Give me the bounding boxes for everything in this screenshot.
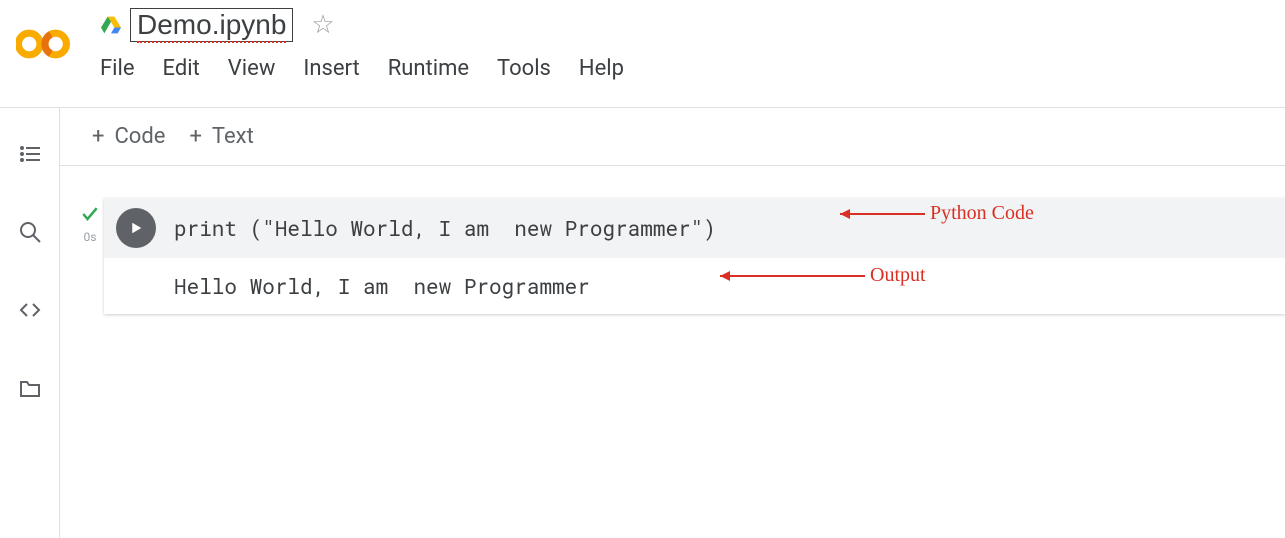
files-icon[interactable] [18,376,42,400]
cell-input-area[interactable]: print ("Hello World, I am new Programmer… [104,198,1285,258]
menu-help[interactable]: Help [579,56,624,81]
notebook-area: 0s print ("Hello World, I am new Program… [60,166,1285,314]
annotation-code: Python Code [830,202,1034,225]
left-rail [0,108,60,538]
cell-output: Hello World, I am new Programmer [104,258,1285,314]
add-code-button[interactable]: +Code [92,124,165,149]
menu-edit[interactable]: Edit [163,56,200,81]
exec-time: 0s [84,230,97,244]
cell-toolbar: +Code +Text [60,108,1285,166]
annotation-output: Output [710,264,926,287]
table-of-contents-icon[interactable] [18,142,42,166]
title-area: Demo.ipynb ☆ File Edit View Insert Runti… [100,8,624,81]
code-text[interactable]: print ("Hello World, I am new Programmer… [174,214,716,242]
menu-runtime[interactable]: Runtime [388,56,469,81]
menu-tools[interactable]: Tools [497,56,551,81]
menu-view[interactable]: View [228,56,276,81]
plus-icon: + [92,124,104,149]
colab-logo [16,14,76,74]
star-icon[interactable]: ☆ [311,10,334,40]
main: +Code +Text 0s print ("Hello World, I am [60,108,1285,538]
check-icon [80,204,100,228]
cell-gutter: 0s [76,198,104,244]
drive-icon [100,15,122,35]
code-snippets-icon[interactable] [18,298,42,322]
content: +Code +Text 0s print ("Hello World, I am [0,108,1285,538]
search-icon[interactable] [18,220,42,244]
code-cell[interactable]: print ("Hello World, I am new Programmer… [104,198,1285,314]
menubar: File Edit View Insert Runtime Tools Help [100,56,624,81]
run-button[interactable] [116,208,156,248]
header: Demo.ipynb ☆ File Edit View Insert Runti… [0,0,1285,108]
plus-icon: + [189,124,201,149]
add-text-button[interactable]: +Text [189,124,253,149]
menu-insert[interactable]: Insert [303,56,359,81]
filename-input[interactable]: Demo.ipynb [130,8,293,42]
menu-file[interactable]: File [100,56,135,81]
